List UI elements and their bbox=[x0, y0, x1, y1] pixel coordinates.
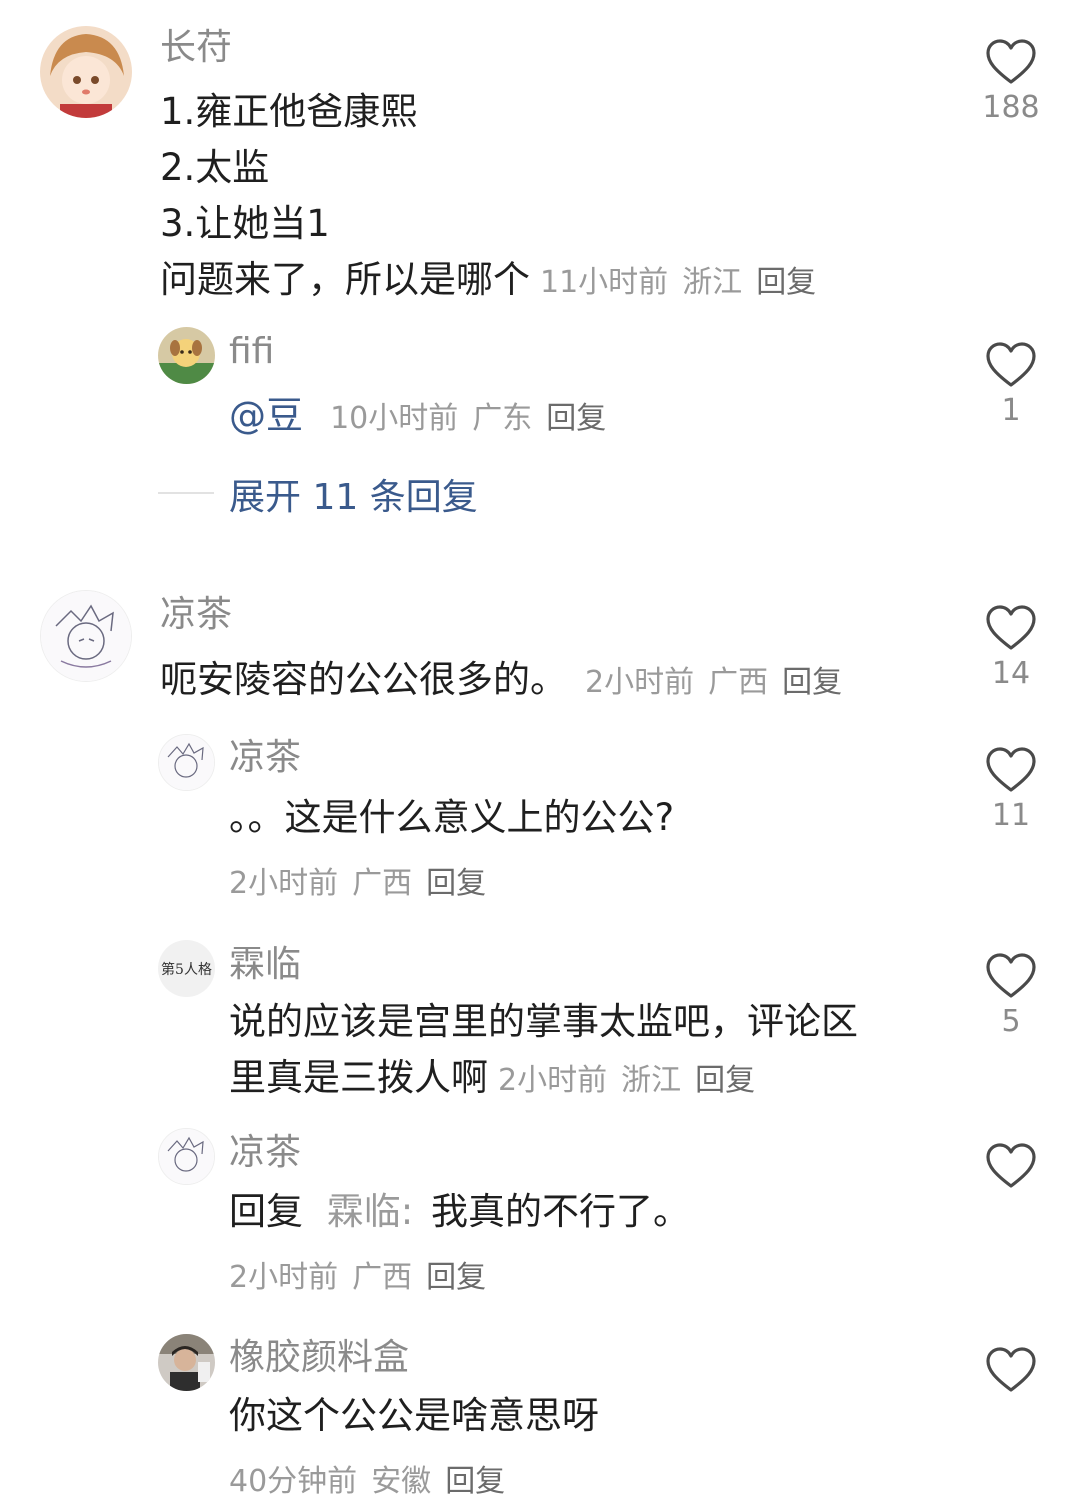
user-avatar[interactable] bbox=[158, 1334, 215, 1391]
username[interactable]: 霖临 bbox=[229, 943, 301, 987]
reply-text: @豆 10小时前 广东 回复 bbox=[229, 388, 620, 444]
reply-target-user[interactable]: 霖临: bbox=[327, 1190, 413, 1233]
timestamp: 2小时前 bbox=[585, 665, 695, 700]
like-button[interactable] bbox=[966, 1346, 1056, 1398]
username[interactable]: 橡胶颜料盒 bbox=[229, 1336, 409, 1380]
like-button[interactable]: 5 bbox=[966, 952, 1056, 1039]
heart-outline-icon bbox=[986, 605, 1036, 650]
comment-line-text: 里真是三拨人啊 bbox=[229, 1056, 488, 1099]
username[interactable]: 凉茶 bbox=[160, 593, 232, 637]
user-avatar[interactable] bbox=[158, 1128, 215, 1185]
comment-text: 1.雍正他爸康熙 2.太监 3.让她当1 问题来了，所以是哪个 11小时前 浙江 回复 bbox=[160, 84, 940, 311]
like-count: 5 bbox=[1001, 1004, 1021, 1039]
timestamp: 10小时前 bbox=[330, 401, 459, 436]
user-avatar[interactable] bbox=[40, 26, 132, 118]
reply-button[interactable]: 回复 bbox=[426, 1260, 486, 1295]
location: 广西 bbox=[708, 665, 769, 700]
reply-text: 说的应该是宫里的掌事太监吧，评论区 里真是三拨人啊 2小时前 浙江 回复 bbox=[229, 994, 929, 1109]
comment-line-text: 问题来了，所以是哪个 bbox=[160, 258, 530, 301]
comment-meta: 40分钟前 安徽 回复 bbox=[229, 1456, 519, 1500]
heart-outline-icon bbox=[986, 1143, 1036, 1188]
username[interactable]: 凉茶 bbox=[229, 1131, 301, 1175]
expand-replies-button[interactable]: 展开 11 条回复 bbox=[229, 468, 478, 520]
reply-button[interactable]: 回复 bbox=[695, 1063, 755, 1098]
timestamp: 2小时前 bbox=[498, 1063, 608, 1098]
reply-button[interactable]: 回复 bbox=[546, 401, 606, 436]
like-button[interactable]: 11 bbox=[966, 746, 1056, 833]
location: 安徽 bbox=[371, 1464, 432, 1499]
heart-outline-icon bbox=[986, 39, 1036, 84]
heart-outline-icon bbox=[986, 747, 1036, 792]
avatar-logo: 第5人格 bbox=[161, 961, 212, 978]
like-count: 188 bbox=[982, 90, 1040, 125]
like-count: 14 bbox=[991, 656, 1031, 691]
user-avatar[interactable]: 第5人格 bbox=[158, 940, 215, 997]
username[interactable]: fifi bbox=[229, 330, 274, 374]
comment-text: 呃安陵容的公公很多的。 2小时前 广西 回复 bbox=[160, 652, 856, 711]
comment-meta: 11小时前 浙江 回复 bbox=[540, 265, 830, 300]
comment-meta: 2小时前 广西 回复 bbox=[585, 665, 856, 700]
user-avatar[interactable] bbox=[40, 590, 132, 682]
comment-meta: 10小时前 广东 回复 bbox=[330, 401, 620, 436]
username[interactable]: 长苻 bbox=[160, 26, 232, 70]
username[interactable]: 凉茶 bbox=[229, 736, 301, 780]
location: 浙江 bbox=[682, 265, 743, 300]
location: 浙江 bbox=[621, 1063, 682, 1098]
comment-meta: 2小时前 广西 回复 bbox=[229, 858, 500, 902]
location: 广东 bbox=[472, 401, 533, 436]
comment-line: 里真是三拨人啊 2小时前 浙江 回复 bbox=[229, 1050, 929, 1109]
reply-button[interactable]: 回复 bbox=[782, 665, 842, 700]
reply-body: 我真的不行了。 bbox=[431, 1190, 690, 1233]
timestamp: 40分钟前 bbox=[229, 1464, 358, 1499]
like-button[interactable] bbox=[966, 1142, 1056, 1194]
reply-text: 。。这是什么意义上的公公? bbox=[229, 796, 675, 839]
location: 广西 bbox=[352, 866, 413, 901]
timestamp: 2小时前 bbox=[229, 866, 339, 901]
reply-prefix: 回复 bbox=[229, 1190, 303, 1233]
reply-button[interactable]: 回复 bbox=[445, 1464, 505, 1499]
user-avatar[interactable] bbox=[158, 327, 215, 384]
like-button[interactable]: 14 bbox=[966, 604, 1056, 691]
like-button[interactable]: 1 bbox=[966, 341, 1056, 428]
heart-outline-icon bbox=[986, 1347, 1036, 1392]
reply-button[interactable]: 回复 bbox=[426, 866, 486, 901]
mention-link[interactable]: @豆 bbox=[229, 394, 303, 437]
timestamp: 2小时前 bbox=[229, 1260, 339, 1295]
user-avatar[interactable] bbox=[158, 734, 215, 791]
heart-outline-icon bbox=[986, 953, 1036, 998]
reply-button[interactable]: 回复 bbox=[756, 265, 816, 300]
comment-line: 说的应该是宫里的掌事太监吧，评论区 bbox=[229, 1000, 858, 1043]
comment-meta: 2小时前 浙江 回复 bbox=[498, 1063, 769, 1098]
timestamp: 11小时前 bbox=[540, 265, 669, 300]
heart-outline-icon bbox=[986, 342, 1036, 387]
reply-text: 你这个公公是啥意思呀 bbox=[229, 1394, 599, 1437]
comment-line: 1.雍正他爸康熙 bbox=[160, 90, 418, 133]
comment-line-text: 呃安陵容的公公很多的。 bbox=[160, 658, 567, 701]
comment-line: 2.太监 bbox=[160, 146, 270, 189]
comment-meta: 2小时前 广西 回复 bbox=[229, 1252, 500, 1296]
like-count: 11 bbox=[991, 798, 1031, 833]
reply-text: 回复 霖临: 我真的不行了。 bbox=[229, 1184, 690, 1240]
like-button[interactable]: 188 bbox=[966, 38, 1056, 125]
location: 广西 bbox=[352, 1260, 413, 1295]
like-count: 1 bbox=[1001, 393, 1021, 428]
comment-line: 3.让她当1 bbox=[160, 202, 330, 245]
comment-line: 问题来了，所以是哪个 11小时前 浙江 回复 bbox=[160, 252, 940, 311]
divider bbox=[158, 492, 214, 494]
